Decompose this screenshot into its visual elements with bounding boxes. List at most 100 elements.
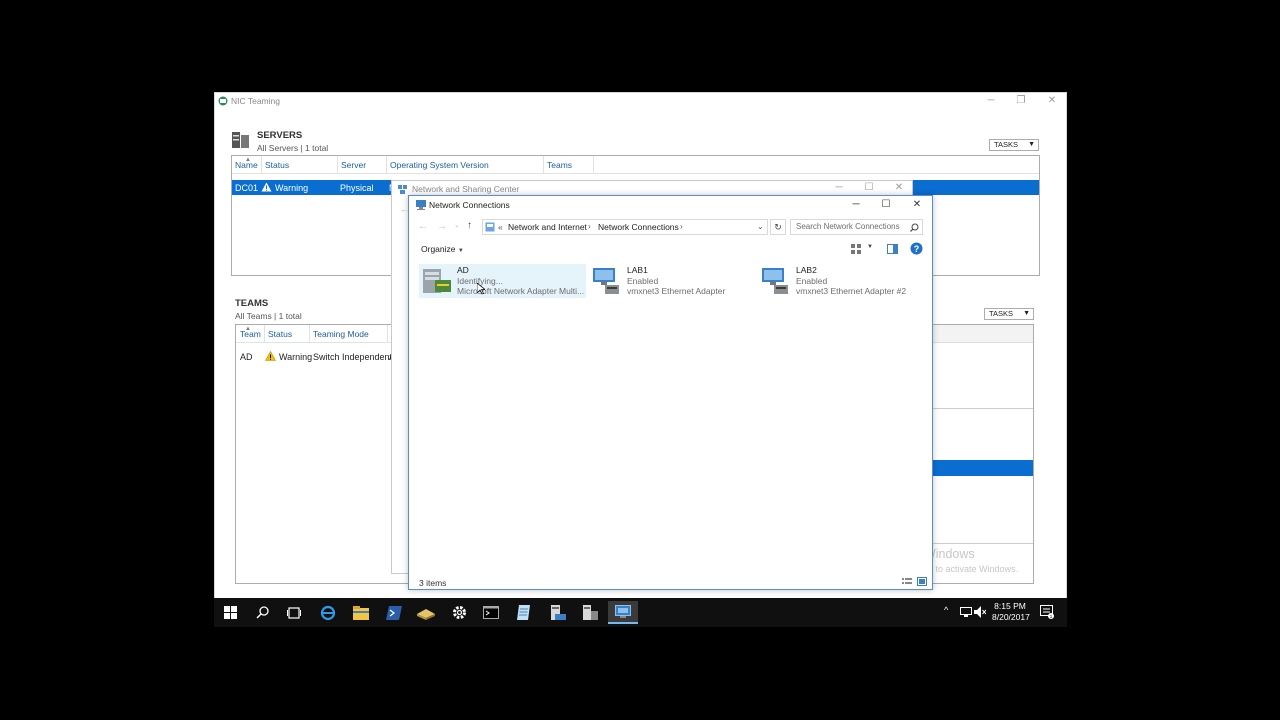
- adapter-device: vmxnet3 Ethernet Adapter #2: [796, 286, 907, 296]
- volume-muted-icon[interactable]: [974, 606, 986, 618]
- teams-title: TEAMS: [235, 298, 269, 309]
- control-panel-icon: [485, 222, 495, 232]
- nic-window-title: NIC Teaming: [231, 96, 280, 106]
- back-arrow-icon[interactable]: ←: [418, 221, 428, 232]
- preview-pane-icon[interactable]: [887, 244, 898, 254]
- search-icon[interactable]: [910, 223, 919, 232]
- address-bar[interactable]: « Network and Internet › Network Connect…: [482, 219, 768, 235]
- adapters-divider: [933, 408, 1033, 409]
- mouse-cursor-icon: [477, 283, 485, 295]
- nic-teaming-icon: [218, 96, 228, 106]
- address-dropdown-icon[interactable]: ⌄: [757, 222, 764, 231]
- col-teams[interactable]: Teams: [544, 156, 594, 174]
- nc-window-title: Network Connections: [429, 200, 510, 210]
- command-prompt-icon: [483, 606, 499, 619]
- sort-arrow-icon: ▲: [245, 157, 251, 163]
- up-arrow-icon[interactable]: ↑: [467, 220, 472, 231]
- start-button[interactable]: [216, 601, 244, 624]
- adapter-status: Enabled: [796, 276, 828, 286]
- show-hidden-icons-icon[interactable]: ^: [944, 605, 948, 615]
- clock-time: 8:15 PM: [994, 601, 1026, 611]
- adapter-item-lab2[interactable]: LAB2 Enabled vmxnet3 Ethernet Adapter #2: [758, 264, 925, 298]
- ethernet-adapter-icon: [762, 268, 788, 294]
- taskbar-network-connections[interactable]: [608, 601, 638, 624]
- team-mode: Switch Independent: [313, 352, 393, 362]
- adapter-item-lab1[interactable]: LAB1 Enabled vmxnet3 Ethernet Adapter: [589, 264, 756, 298]
- notepad-icon: [517, 605, 530, 620]
- view-dropdown-icon[interactable]: ▼: [867, 244, 873, 250]
- adapter-item-ad[interactable]: AD Identifying... Microsoft Network Adap…: [419, 264, 586, 298]
- search-button[interactable]: [248, 601, 276, 624]
- minimize-icon[interactable]: ─: [832, 181, 846, 195]
- action-center-icon[interactable]: 1: [1040, 605, 1054, 619]
- adapter-status: Enabled: [627, 276, 659, 286]
- powershell-icon: [386, 605, 402, 620]
- maximize-icon[interactable]: ☐: [879, 198, 893, 212]
- breadcrumb-separator-icon[interactable]: ›: [680, 222, 683, 231]
- taskbar-file-explorer[interactable]: [347, 601, 375, 624]
- nic-titlebar[interactable]: NIC Teaming ─ ❐ ✕: [215, 93, 1068, 109]
- ethernet-adapter-icon: [593, 268, 619, 294]
- servers-title: SERVERS: [257, 130, 303, 141]
- adapters-divider-2: [933, 543, 1033, 544]
- taskbar-command-prompt[interactable]: [477, 601, 505, 624]
- recent-dropdown-icon[interactable]: ⌄: [454, 221, 460, 229]
- breadcrumb-network-connections[interactable]: Network Connections: [598, 222, 679, 232]
- gear-icon: [452, 606, 466, 619]
- large-icons-view-icon[interactable]: [917, 577, 927, 586]
- refresh-icon[interactable]: ↻: [770, 219, 786, 235]
- servers-tasks-button[interactable]: TASKS ▼: [989, 139, 1039, 151]
- close-icon[interactable]: ✕: [1045, 94, 1059, 108]
- dropdown-arrow-icon: ▼: [457, 248, 464, 254]
- maximize-icon[interactable]: ❐: [1014, 94, 1028, 108]
- breadcrumb-network-internet[interactable]: Network and Internet: [508, 222, 587, 232]
- network-center-icon: [398, 185, 407, 194]
- close-icon[interactable]: ✕: [892, 181, 906, 195]
- col-status[interactable]: Status: [262, 156, 338, 174]
- search-input[interactable]: Search Network Connections: [790, 219, 923, 235]
- maximize-icon[interactable]: ☐: [862, 181, 876, 195]
- folder-icon: [353, 605, 369, 620]
- change-view-icon[interactable]: [851, 244, 862, 254]
- col-os-version[interactable]: Operating System Version: [387, 156, 544, 174]
- adapter-selected-row[interactable]: [933, 460, 1033, 476]
- col-teaming-mode[interactable]: Teaming Mode: [310, 325, 388, 343]
- taskbar-powershell[interactable]: [380, 601, 408, 624]
- taskbar-server-manager-tool[interactable]: [412, 601, 440, 624]
- nic-teaming-app-icon: [583, 605, 598, 620]
- servers-subtitle: All Servers | 1 total: [257, 143, 329, 153]
- server-status: Warning: [275, 183, 309, 193]
- minimize-icon[interactable]: ─: [984, 94, 998, 108]
- teams-tasks-button[interactable]: TASKS ▼: [984, 308, 1034, 320]
- taskbar-server-manager[interactable]: [543, 601, 571, 624]
- breadcrumb-separator-icon[interactable]: ›: [588, 222, 591, 231]
- details-view-icon[interactable]: [902, 577, 912, 586]
- taskbar-settings[interactable]: [445, 601, 473, 624]
- network-adapter-multiplexor-icon: [423, 269, 451, 293]
- taskbar-notepad[interactable]: [510, 601, 538, 624]
- svg-text:?: ?: [914, 244, 920, 254]
- task-view-button[interactable]: [280, 601, 308, 624]
- task-view-icon: [287, 606, 301, 619]
- forward-arrow-icon[interactable]: →: [437, 221, 447, 232]
- minimize-icon[interactable]: ─: [849, 198, 863, 212]
- servers-icon: [232, 132, 249, 148]
- nsc-window-title: Network and Sharing Center: [412, 184, 520, 194]
- help-icon[interactable]: ?: [910, 242, 923, 255]
- close-icon[interactable]: ✕: [910, 198, 924, 212]
- col-team-status[interactable]: Status: [265, 325, 310, 343]
- organize-button[interactable]: Organize ▼: [421, 244, 464, 254]
- taskbar-nic-teaming[interactable]: [576, 601, 604, 624]
- taskbar: ^ 8:15 PM 8/20/2017 1: [214, 598, 1067, 627]
- search-icon: [255, 606, 269, 619]
- team-name: AD: [240, 352, 253, 362]
- windows-logo-icon: [223, 606, 237, 619]
- network-connections-icon: [416, 200, 426, 210]
- sort-arrow-icon: ▲: [245, 326, 251, 332]
- network-tray-icon[interactable]: [960, 606, 972, 618]
- dropdown-arrow-icon: ▼: [1023, 310, 1030, 317]
- status-bar-count: 3 items: [419, 578, 447, 588]
- taskbar-internet-explorer[interactable]: [314, 601, 342, 624]
- col-server-type[interactable]: Server Type: [338, 156, 387, 188]
- clock[interactable]: 8:15 PM 8/20/2017: [992, 601, 1030, 623]
